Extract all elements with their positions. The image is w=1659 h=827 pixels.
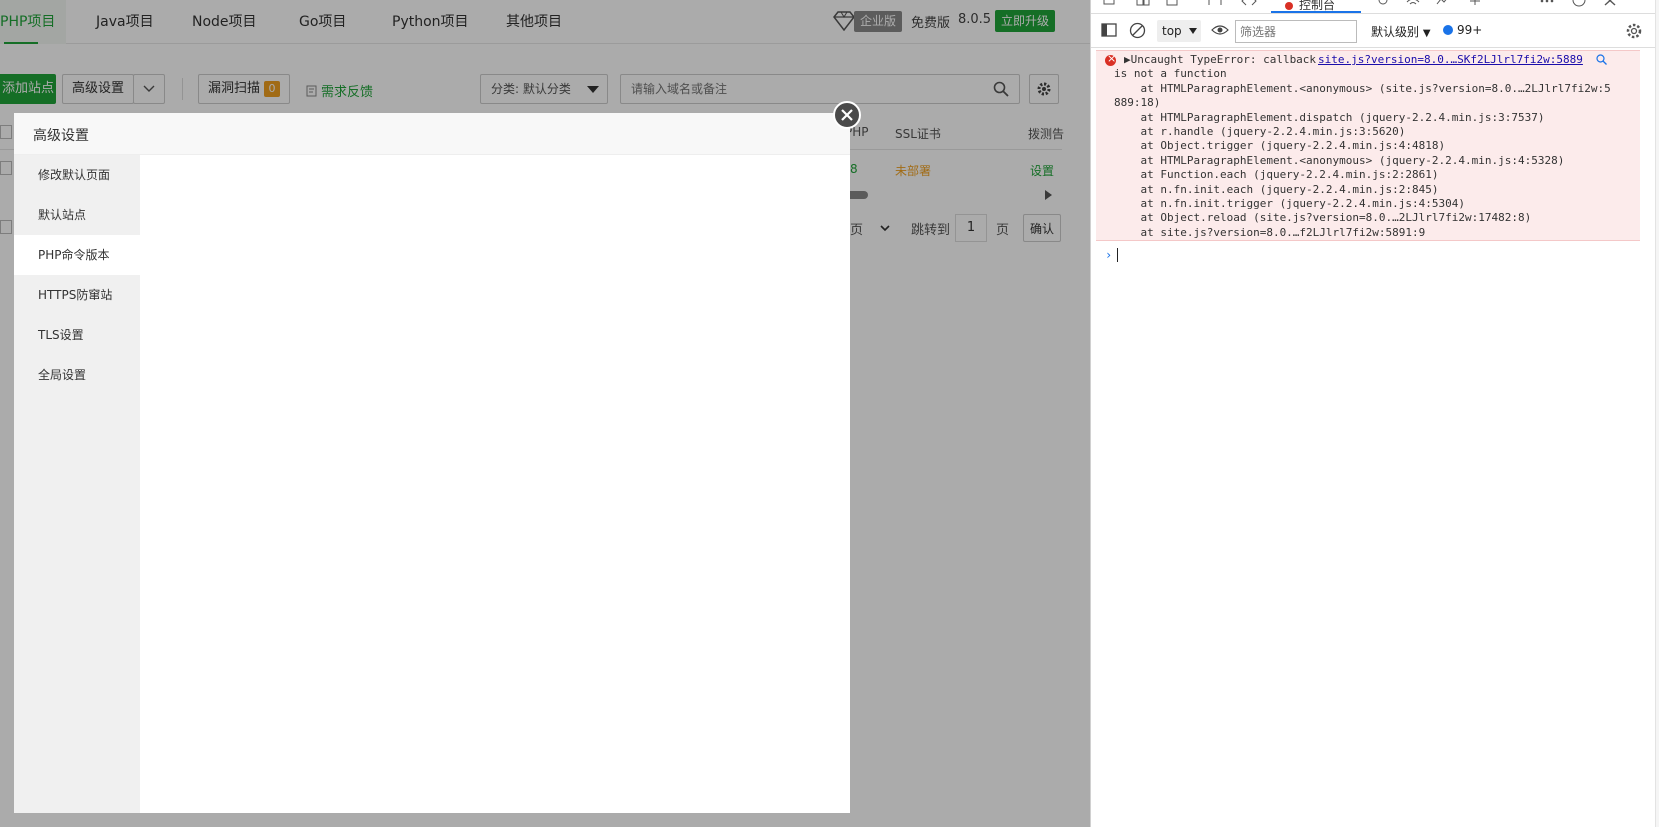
menu-item-php-cli-version[interactable]: PHP命令版本 — [14, 235, 140, 275]
console-error-message: ▶Uncaught TypeError: callback site.js?ve… — [1096, 50, 1640, 241]
stack-line[interactable]: at n.fn.init.each (jquery-2.2.4.min.js:2… — [1114, 183, 1614, 197]
devtools-panel: 控制台 top 默认级别 ▼ 99+ ▶Uncaught TypeError: … — [1090, 0, 1659, 827]
modal-header: 高级设置 — [14, 113, 850, 155]
error-source-link[interactable]: site.js?version=8.0.…SKf2LJlrl7fi2w:5889 — [1318, 53, 1583, 66]
error-icon — [1105, 52, 1116, 66]
close-icon — [841, 109, 853, 121]
stack-line[interactable]: at HTMLParagraphElement.dispatch (jquery… — [1114, 111, 1614, 125]
modal-close-button[interactable] — [833, 101, 861, 129]
modal-title: 高级设置 — [33, 128, 89, 144]
menu-item-https-anti-hijack[interactable]: HTTPS防窜站 — [14, 275, 140, 315]
console-toolbar: top 默认级别 ▼ 99+ — [1091, 15, 1659, 48]
elements-icon[interactable] — [1241, 0, 1257, 8]
stack-line[interactable]: at Object.reload (site.js?version=8.0.…2… — [1114, 211, 1614, 225]
console-input[interactable] — [1117, 248, 1118, 262]
stack-line[interactable]: at Object.trigger (jquery-2.2.4.min.js:4… — [1114, 139, 1614, 153]
devtools-side-strip — [1655, 0, 1659, 827]
log-level-select[interactable]: 默认级别 ▼ — [1371, 23, 1431, 40]
device-toolbar-icon[interactable] — [1135, 0, 1151, 8]
issues-counter[interactable]: 99+ — [1443, 23, 1482, 37]
stack-line[interactable]: at Function.each (jquery-2.2.4.min.js:2:… — [1114, 168, 1614, 182]
issues-icon — [1443, 25, 1453, 35]
modal-sidebar: 修改默认页面 默认站点 PHP命令版本 HTTPS防窜站 TLS设置 全局设置 — [14, 155, 140, 813]
stack-line[interactable]: at HTMLParagraphElement.<anonymous> (sit… — [1114, 82, 1614, 96]
console-filter-input[interactable] — [1235, 20, 1357, 43]
app-pane: PHP项目 Java项目 Node项目 Go项目 Python项目 其他项目 企… — [0, 0, 1090, 827]
search-icon[interactable] — [1596, 54, 1607, 65]
panel-layout-icon[interactable] — [1165, 0, 1181, 8]
stack-line[interactable]: at n.fn.init.trigger (jquery-2.2.4.min.j… — [1114, 197, 1614, 211]
devtools-tabbar: 控制台 — [1091, 0, 1659, 14]
active-tab-indicator — [1271, 11, 1361, 13]
stack-line[interactable]: 889:18) — [1114, 96, 1614, 110]
inspect-icon[interactable] — [1103, 0, 1119, 8]
caret-down-icon: ▼ — [1422, 28, 1431, 39]
add-tab-icon[interactable] — [1467, 0, 1483, 8]
network-icon[interactable] — [1405, 0, 1421, 8]
menu-item-global-settings[interactable]: 全局设置 — [14, 355, 140, 395]
close-devtools-icon[interactable] — [1603, 0, 1619, 8]
advanced-settings-modal: 高级设置 修改默认页面 默认站点 PHP命令版本 HTTPS防窜站 TLS设置 … — [14, 113, 850, 813]
menu-item-default-page[interactable]: 修改默认页面 — [14, 155, 140, 195]
settings-gear-icon[interactable] — [1625, 22, 1643, 40]
help-icon[interactable] — [1571, 0, 1587, 8]
welcome-icon[interactable] — [1207, 0, 1223, 8]
console-prompt-icon: › — [1105, 248, 1113, 262]
menu-item-tls-settings[interactable]: TLS设置 — [14, 315, 140, 355]
stack-line[interactable]: at site.js?version=8.0.…f2LJlrl7fi2w:589… — [1114, 226, 1614, 240]
performance-icon[interactable] — [1435, 0, 1451, 8]
menu-item-default-site[interactable]: 默认站点 — [14, 195, 140, 235]
sources-icon[interactable] — [1375, 0, 1391, 8]
stack-line[interactable]: at HTMLParagraphElement.<anonymous> (jqu… — [1114, 154, 1614, 168]
stack-line: is not a function — [1114, 67, 1227, 81]
eye-icon[interactable] — [1211, 24, 1229, 36]
console-error-icon — [1285, 2, 1293, 10]
stack-line[interactable]: at r.handle (jquery-2.2.4.min.js:3:5620) — [1114, 125, 1614, 139]
clear-console-icon[interactable] — [1129, 22, 1146, 39]
sidebar-toggle-icon[interactable] — [1101, 23, 1117, 37]
more-icon[interactable] — [1539, 0, 1555, 8]
context-select[interactable]: top — [1157, 20, 1201, 42]
